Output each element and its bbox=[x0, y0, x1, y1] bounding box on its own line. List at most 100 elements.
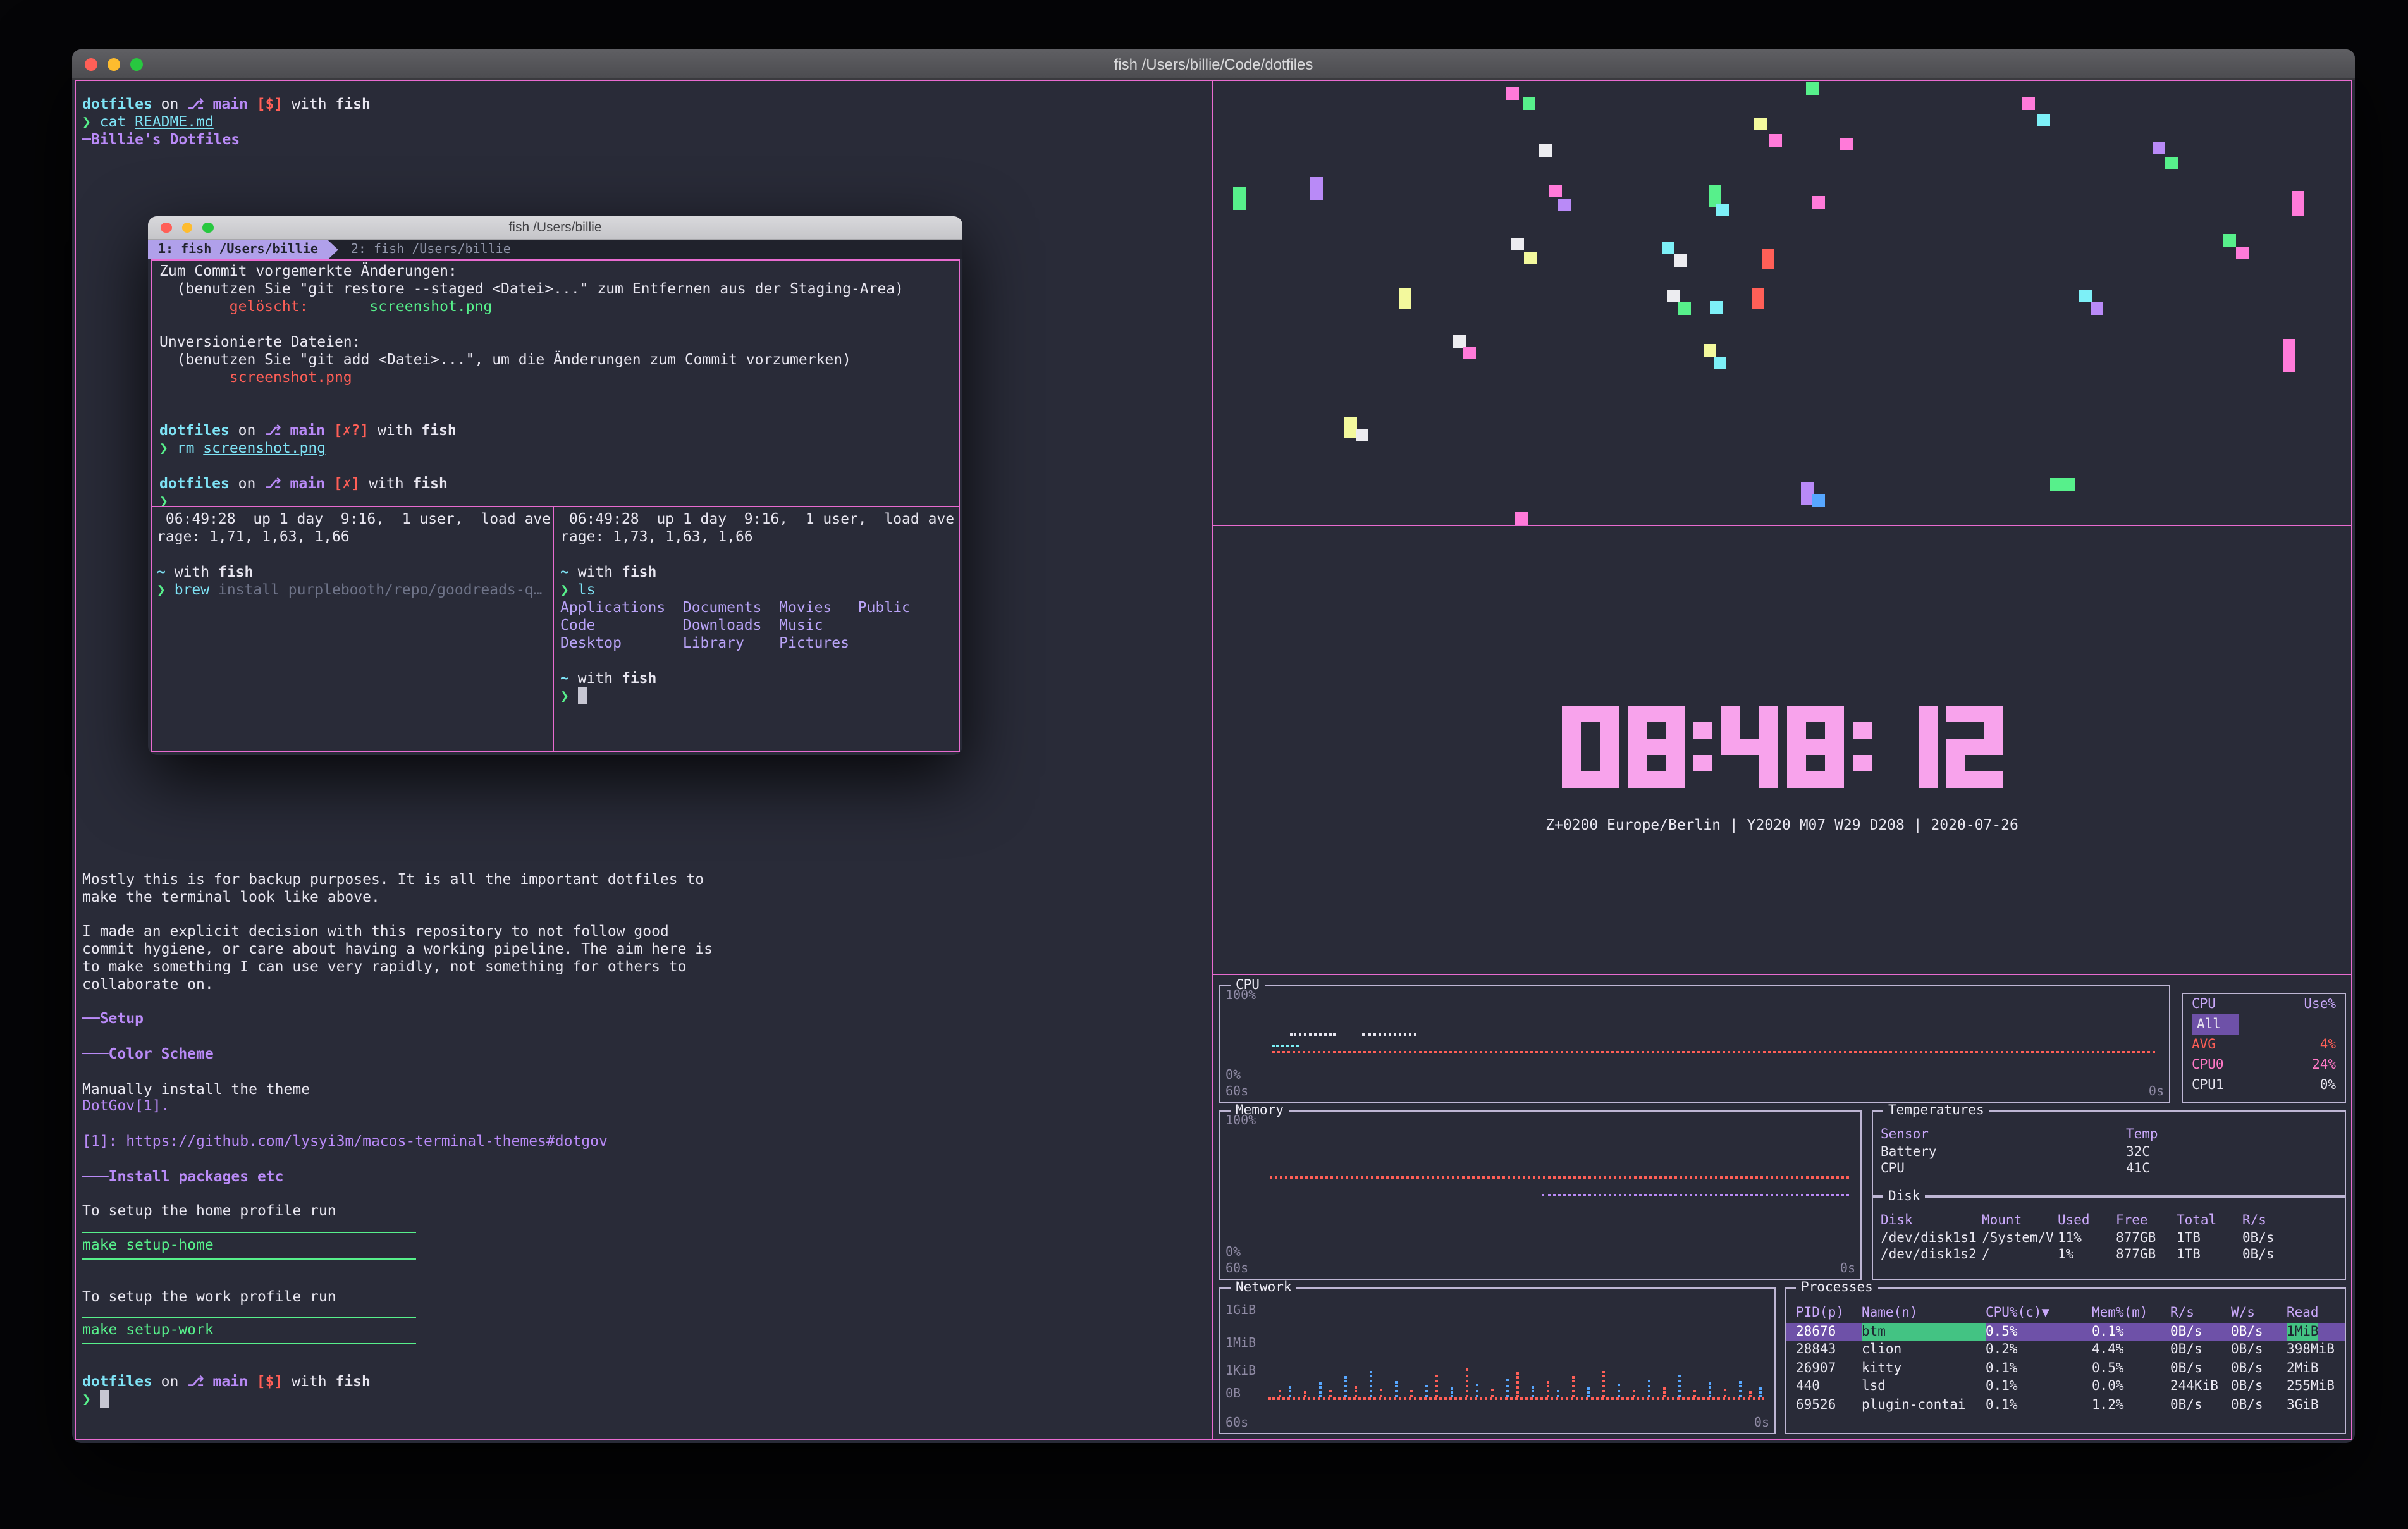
git-status-output[interactable]: Zum Commit vorgemerkte Änderungen: (benu… bbox=[159, 262, 956, 510]
pipe-block bbox=[2037, 114, 2050, 126]
close-button[interactable] bbox=[85, 58, 97, 70]
pipe-block bbox=[1549, 185, 1562, 197]
network-spike bbox=[1759, 1387, 1762, 1397]
pipe-block bbox=[1667, 290, 1680, 302]
minimize-button[interactable] bbox=[181, 223, 192, 233]
pipe-block bbox=[2165, 157, 2178, 169]
network-y-0b: 0B bbox=[1226, 1387, 1241, 1401]
terminal-line: ──Setup bbox=[82, 1011, 1204, 1029]
terminal-line: collaborate on. bbox=[82, 976, 1204, 994]
pipe-block bbox=[1812, 494, 1825, 507]
tty-clock bbox=[1213, 706, 2351, 788]
pipe-block bbox=[2079, 290, 2092, 302]
terminal-line: I made an explicit decision with this re… bbox=[82, 924, 1204, 942]
clock-digit bbox=[1946, 706, 2003, 788]
network-graph bbox=[1263, 1301, 1769, 1413]
floating-titlebar[interactable]: fish /Users/billie bbox=[148, 216, 962, 240]
pipe-block bbox=[1710, 301, 1723, 314]
terminal-line: 06:49:28 up 1 day 9:16, 1 user, load ave bbox=[157, 510, 548, 527]
network-spike bbox=[1587, 1387, 1590, 1397]
terminal-line: (benutzen Sie "git add <Datei>...", um d… bbox=[159, 350, 956, 368]
left-split-pane[interactable]: 06:49:28 up 1 day 9:16, 1 user, load ave… bbox=[152, 507, 554, 751]
pipes-screensaver-pane[interactable] bbox=[1213, 81, 2351, 526]
terminal-line bbox=[82, 1028, 1204, 1046]
cpu-x-left: 60s bbox=[1226, 1085, 1248, 1099]
cpu-legend-row[interactable]: CPU024% bbox=[2183, 1055, 2345, 1075]
process-row[interactable]: 69526plugin-contai0.1%1.2%0B/s0B/s3GiB bbox=[1786, 1396, 2345, 1414]
graph-line bbox=[1291, 1034, 1336, 1036]
network-spike bbox=[1724, 1388, 1726, 1397]
temperatures-table: SensorTempBattery32CCPU41C bbox=[1873, 1127, 2345, 1178]
memory-panel: Memory 100% 0% 60s 0s bbox=[1219, 1110, 1862, 1280]
pipe-block bbox=[2022, 97, 2035, 110]
pipe-block bbox=[1812, 196, 1825, 209]
processes-panel-title: Processes bbox=[1796, 1280, 1878, 1296]
tab-1[interactable]: 1: fish /Users/billie bbox=[148, 240, 338, 259]
pipe-block bbox=[1524, 252, 1537, 264]
markdown-code-block: make setup-work bbox=[82, 1317, 416, 1345]
network-spike bbox=[1395, 1380, 1398, 1397]
network-spike bbox=[1491, 1388, 1494, 1397]
terminal-line: (benutzen Sie "git restore --staged <Dat… bbox=[159, 279, 956, 297]
cpu-legend-body: CPUUse%AllAVG4%CPU024%CPU10% bbox=[2183, 994, 2345, 1095]
tab-2[interactable]: 2: fish /Users/billie bbox=[338, 240, 524, 259]
terminal-line: ~ with fish bbox=[157, 563, 548, 580]
pipe-block bbox=[1716, 204, 1729, 216]
pipe-block bbox=[1714, 357, 1726, 369]
pipe-block bbox=[1523, 97, 1535, 110]
terminal-line: 06:49:28 up 1 day 9:16, 1 user, load ave bbox=[560, 510, 954, 527]
desktop: fish /Users/billie/Code/dotfiles dotfile… bbox=[0, 0, 2408, 1529]
cpu-legend-row[interactable]: CPU10% bbox=[2183, 1075, 2345, 1095]
network-spike bbox=[1678, 1375, 1681, 1397]
network-panel-title: Network bbox=[1231, 1280, 1297, 1296]
right-split-pane[interactable]: 06:49:28 up 1 day 9:16, 1 user, load ave… bbox=[555, 507, 959, 751]
cpu-legend-row[interactable]: AVG4% bbox=[2183, 1035, 2345, 1055]
pipe-block bbox=[1310, 177, 1323, 200]
clock-colon bbox=[1693, 706, 1712, 788]
terminal-line: Unversionierte Dateien: bbox=[159, 333, 956, 350]
terminal-line: dotfiles on ⎇ main [✗] with fish bbox=[159, 474, 956, 492]
network-spike bbox=[1370, 1370, 1372, 1397]
process-row[interactable]: 28843clion0.2%4.4%0B/s0B/s398MiB bbox=[1786, 1341, 2345, 1359]
window-title: fish /Users/billie/Code/dotfiles bbox=[1114, 55, 1313, 73]
main-titlebar[interactable]: fish /Users/billie/Code/dotfiles bbox=[72, 49, 2355, 80]
minimize-button[interactable] bbox=[108, 58, 120, 70]
terminal-line: ─Billie's Dotfiles bbox=[82, 131, 1204, 149]
zoom-button[interactable] bbox=[130, 58, 143, 70]
terminal-line bbox=[82, 1115, 1204, 1133]
memory-graph bbox=[1263, 1124, 1855, 1258]
clock-pane[interactable]: Z+0200 Europe/Berlin | Y2020 M07 W29 D20… bbox=[1213, 527, 2351, 975]
graph-line bbox=[1542, 1194, 1850, 1196]
network-spike bbox=[1289, 1386, 1291, 1397]
pipe-block bbox=[1662, 242, 1674, 254]
network-y-1gib: 1GiB bbox=[1226, 1304, 1256, 1318]
terminal-line bbox=[560, 545, 954, 563]
terminal-line: DotGov[1]. bbox=[82, 1098, 1204, 1116]
window-title: fish /Users/billie bbox=[508, 220, 601, 235]
process-row[interactable]: 28676btm0.5%0.1%0B/s0B/s1MiB bbox=[1786, 1322, 2345, 1341]
pipe-block bbox=[1463, 347, 1476, 359]
floating-terminal-window: fish /Users/billie 1: fish /Users/billie… bbox=[148, 216, 962, 755]
pipe-block bbox=[1801, 482, 1814, 505]
clock-digit bbox=[1721, 706, 1778, 788]
network-spike bbox=[1516, 1373, 1519, 1397]
terminal-line: To setup the work profile run bbox=[82, 1288, 1204, 1306]
network-spike bbox=[1557, 1389, 1559, 1397]
process-row[interactable]: 26907kitty0.1%0.5%0B/s0B/s2MiB bbox=[1786, 1359, 2345, 1377]
network-spike bbox=[1344, 1376, 1347, 1397]
zoom-button[interactable] bbox=[202, 223, 213, 233]
system-monitor-pane[interactable]: CPU 100% 0% 60s 0s CPUUse%AllAVG4%CPU024… bbox=[1213, 976, 2351, 1439]
terminal-line bbox=[159, 403, 956, 421]
pipe-block bbox=[2153, 142, 2165, 154]
processes-header[interactable]: PID(p)Name(n)CPU%(c)▼Mem%(m)R/sW/sRead bbox=[1786, 1304, 2345, 1322]
terminal-line: commit hygiene, or care about having a w… bbox=[82, 941, 1204, 959]
pipe-block bbox=[2292, 191, 2304, 216]
close-button[interactable] bbox=[161, 223, 171, 233]
terminal-line bbox=[159, 315, 956, 333]
disk-row: /dev/disk1s1/System/V11%877GB1TB0B/s bbox=[1873, 1230, 2345, 1247]
pipe-block bbox=[2091, 302, 2103, 315]
cpu-legend-row[interactable]: All bbox=[2183, 1014, 2345, 1035]
disk-table: DiskMountUsedFreeTotalR/s/dev/disk1s1/Sy… bbox=[1873, 1213, 2345, 1264]
network-spike bbox=[1648, 1379, 1650, 1397]
process-row[interactable]: 440lsd0.1%0.0%244KiB0B/s255MiB bbox=[1786, 1377, 2345, 1396]
